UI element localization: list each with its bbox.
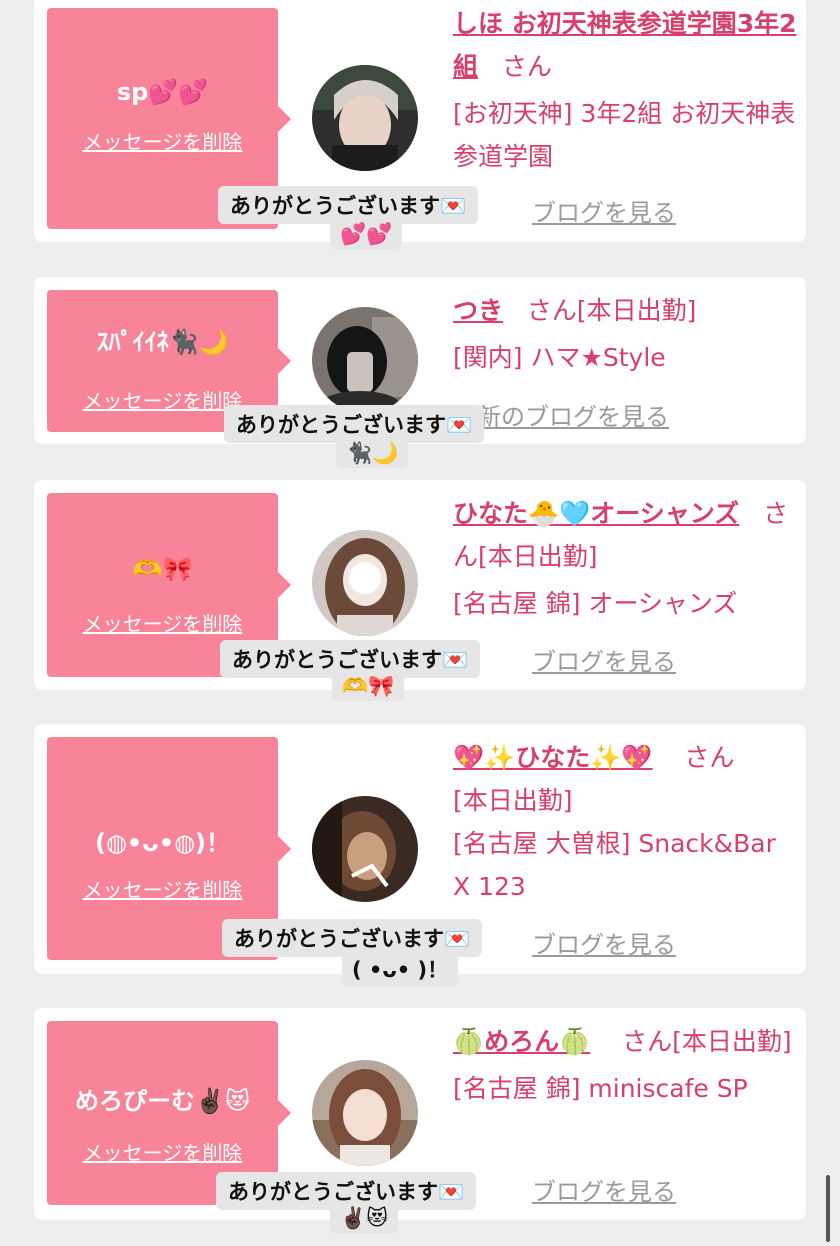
message-text: ｽﾊﾟｲｲﾈ🐈‍⬛🌙 bbox=[96, 328, 229, 356]
attendance-badge: [本日出勤] bbox=[672, 1027, 792, 1056]
thanks-tooltip: ありがとうございます💌 bbox=[218, 186, 479, 224]
view-blog-link[interactable]: ブログを見る bbox=[532, 642, 676, 677]
delete-message-link[interactable]: メッセージを削除 bbox=[47, 1137, 278, 1166]
view-blog-link[interactable]: ブログを見る bbox=[532, 925, 676, 960]
honorific: さん bbox=[501, 52, 552, 81]
avatar-photo bbox=[312, 65, 418, 171]
avatar[interactable] bbox=[312, 796, 418, 902]
message-text: 🫶🎀 bbox=[132, 555, 193, 583]
view-blog-link[interactable]: ブログを見る bbox=[532, 193, 676, 228]
cast-card: ｽﾊﾟｲｲﾈ🐈‍⬛🌙 メッセージを削除 つき さん[本日出勤] [関内] ハマ★… bbox=[34, 277, 806, 468]
avatar-photo bbox=[312, 1060, 418, 1166]
cast-card: めろぴーむ✌🏿😻 メッセージを削除 🍈めろん🍈 さん[本日出勤] [名古屋 錦]… bbox=[34, 1008, 806, 1233]
view-blog-link[interactable]: 最新のブログを見る bbox=[453, 397, 669, 432]
cast-card: 🫶🎀 メッセージを削除 ひなた🐣🩵オーシャンズ さん[本日出勤] [名古屋 錦]… bbox=[34, 480, 806, 701]
thanks-tooltip-emoji: 🫶🎀 bbox=[332, 672, 405, 701]
thanks-tooltip-emoji: ( •ᴗ• )！ bbox=[342, 952, 459, 986]
cast-card: sp💕💕 メッセージを削除 しほ お初天神表参道学園3年2組 さん [お初天神]… bbox=[34, 0, 806, 249]
honorific: さん bbox=[684, 743, 735, 772]
cast-card: (◍•ᴗ•◍)！ メッセージを削除 💖✨ひなた✨💖 さん [本日出勤] [名古屋… bbox=[34, 724, 806, 986]
cast-info: 💖✨ひなた✨💖 さん [本日出勤] [名古屋 大曽根] Snack&Bar X … bbox=[453, 736, 798, 908]
shop-info: [お初天神] 3年2組 お初天神表参道学園 bbox=[453, 99, 796, 171]
delete-message-link[interactable]: メッセージを削除 bbox=[47, 608, 278, 637]
favorites-list: sp💕💕 メッセージを削除 しほ お初天神表参道学園3年2組 さん [お初天神]… bbox=[0, 0, 840, 1246]
avatar-photo bbox=[312, 796, 418, 902]
avatar[interactable] bbox=[312, 1060, 418, 1166]
shop-info: [関内] ハマ★Style bbox=[453, 343, 666, 372]
thanks-tooltip-emoji: 🐈‍⬛🌙 bbox=[336, 439, 409, 468]
thanks-tooltip-emoji: ✌🏿😻 bbox=[330, 1204, 399, 1233]
cast-name-link[interactable]: つき bbox=[453, 296, 503, 325]
view-blog-link[interactable]: ブログを見る bbox=[532, 1172, 676, 1207]
cast-name-link[interactable]: ひなた🐣🩵オーシャンズ bbox=[453, 499, 739, 528]
cast-name-link[interactable]: 💖✨ひなた✨💖 bbox=[453, 743, 653, 772]
avatar-photo bbox=[312, 307, 418, 413]
cast-info: 🍈めろん🍈 さん[本日出勤] [名古屋 錦] miniscafe SP bbox=[453, 1020, 798, 1110]
cast-name-link[interactable]: 🍈めろん🍈 bbox=[453, 1027, 590, 1056]
avatar[interactable] bbox=[312, 530, 418, 636]
shop-info: [名古屋 錦] miniscafe SP bbox=[453, 1074, 748, 1103]
attendance-badge: [本日出勤] bbox=[453, 786, 573, 815]
cast-info: ひなた🐣🩵オーシャンズ さん[本日出勤] [名古屋 錦] オーシャンズ bbox=[453, 492, 798, 625]
message-text: めろぴーむ✌🏿😻 bbox=[75, 1087, 250, 1115]
scrollbar[interactable] bbox=[826, 1175, 830, 1242]
attendance-badge: [本日出勤] bbox=[478, 542, 598, 571]
attendance-badge: [本日出勤] bbox=[576, 296, 697, 325]
honorific: さん bbox=[526, 296, 577, 325]
message-text: (◍•ᴗ•◍)！ bbox=[95, 829, 230, 857]
avatar[interactable] bbox=[312, 65, 418, 171]
shop-info: [名古屋 錦] オーシャンズ bbox=[453, 589, 738, 618]
shop-info: [名古屋 大曽根] Snack&Bar X 123 bbox=[453, 829, 776, 901]
thanks-tooltip: ありがとうございます💌 bbox=[224, 405, 485, 443]
delete-message-link[interactable]: メッセージを削除 bbox=[47, 874, 278, 903]
cast-info: しほ お初天神表参道学園3年2組 さん [お初天神] 3年2組 お初天神表参道学… bbox=[453, 2, 798, 178]
honorific: さん bbox=[622, 1027, 673, 1056]
thanks-tooltip-emoji: 💕💕 bbox=[330, 220, 403, 249]
avatar[interactable] bbox=[312, 307, 418, 413]
message-text: sp💕💕 bbox=[116, 78, 209, 106]
avatar-photo bbox=[312, 530, 418, 636]
cast-info: つき さん[本日出勤] [関内] ハマ★Style bbox=[453, 289, 798, 379]
delete-message-link[interactable]: メッセージを削除 bbox=[47, 126, 278, 155]
